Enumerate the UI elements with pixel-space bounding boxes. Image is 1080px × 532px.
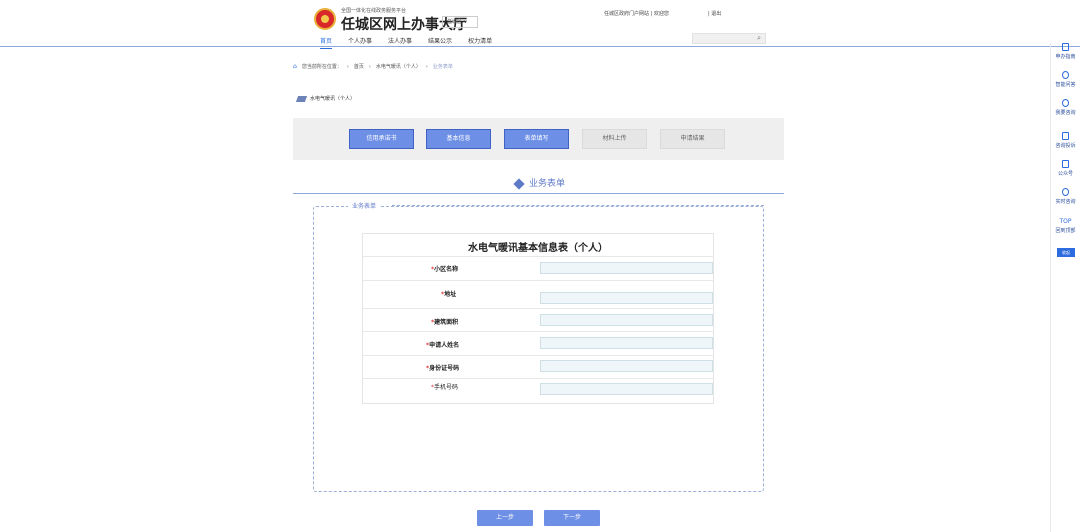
headset-icon [1062, 99, 1069, 107]
breadcrumb: ⌂ 您当前所在位置： › 首页 › 水电气暖讯（个人） › 业务表单 [293, 63, 453, 70]
sidebar-item-back-to-top[interactable]: TOP 回到顶部 [1051, 218, 1080, 234]
next-step-button[interactable]: 下一步 [544, 510, 600, 526]
table-row-divider [362, 256, 714, 257]
breadcrumb-sep-icon: › [425, 63, 428, 70]
layers-icon [295, 95, 308, 102]
table-row-divider [362, 308, 714, 309]
community-name-input[interactable] [540, 262, 713, 274]
field-label-text: 身份证号码 [429, 365, 460, 372]
field-label-applicant: *申请人姓名 [426, 340, 459, 349]
table-row-divider [362, 378, 714, 379]
section-title: 水电气暖讯（个人） [295, 95, 356, 102]
breadcrumb-prefix: 您当前所在位置： [301, 64, 342, 70]
breadcrumb-sep-icon: › [368, 63, 371, 70]
sidebar-item-label: 智能问答 [1055, 82, 1076, 88]
building-area-input[interactable] [540, 314, 713, 326]
field-label-community: *小区名称 [431, 264, 458, 273]
field-label-address: *地址 [441, 289, 456, 298]
diamond-icon [513, 177, 525, 190]
top-arrow-icon: TOP [1059, 218, 1072, 225]
platform-subtitle: 全国一体化在线政务服务平台 [341, 8, 407, 14]
sidebar-item-label: 我要咨询 [1055, 110, 1076, 116]
nav-results[interactable]: 结果公示 [428, 36, 452, 49]
search-input[interactable]: ⌕ [692, 33, 766, 44]
fieldset-top-border [392, 205, 764, 206]
sidebar-item-label: 咨询投诉 [1055, 143, 1076, 149]
national-emblem-logo [314, 8, 336, 30]
sidebar-item-wechat[interactable]: 公众号 [1051, 160, 1080, 177]
nav-personal[interactable]: 个人办事 [348, 36, 372, 49]
field-label-text: 建筑面积 [434, 319, 459, 326]
field-label-text: 手机号码 [434, 384, 459, 391]
sidebar-item-consult[interactable]: 我要咨询 [1051, 99, 1080, 116]
phone-input[interactable] [540, 383, 713, 395]
breadcrumb-item-current: 业务表单 [432, 64, 453, 70]
id-number-input[interactable] [540, 360, 713, 372]
main-nav: 首页 个人办事 法人办事 结果公示 权力清单 [320, 36, 492, 49]
step-basic-info[interactable]: 基本信息 [426, 129, 491, 149]
field-label-text: 地址 [444, 291, 457, 298]
sidebar-item-qa[interactable]: 智能问答 [1051, 71, 1080, 88]
step-form-fill[interactable]: 表单填写 [504, 129, 569, 149]
sidebar-divider [1050, 43, 1051, 532]
step-bar: 信用承诺书 基本信息 表单填写 材料上传 申请结果 [293, 118, 784, 160]
nav-home[interactable]: 首页 [320, 36, 333, 49]
sidebar-item-complaint[interactable]: 咨询投诉 [1051, 132, 1080, 149]
portal-links[interactable]: 任城区政府门户网站 | 欢迎您 [604, 10, 669, 17]
step-credit-commitment[interactable]: 信用承诺书 [349, 129, 414, 149]
sidebar-item-label: 实时咨询 [1055, 199, 1076, 205]
form-heading: 业务表单 [0, 176, 1080, 190]
form-heading-divider [293, 193, 784, 194]
form-heading-text: 业务表单 [528, 179, 565, 189]
table-title: 水电气暖讯基本信息表（个人） [468, 243, 608, 254]
mobile-icon [1062, 160, 1069, 168]
field-label-area: *建筑面积 [431, 317, 458, 326]
nav-power-list[interactable]: 权力清单 [468, 36, 492, 49]
table-row-divider [362, 331, 714, 332]
prev-step-button[interactable]: 上一步 [477, 510, 533, 526]
chat-icon [1062, 188, 1069, 196]
logout-link[interactable]: | 退出 [708, 10, 721, 17]
robot-icon [1062, 71, 1069, 79]
fieldset-legend: 业务表单 [348, 201, 381, 210]
step-material-upload[interactable]: 材料上传 [582, 129, 647, 149]
nav-corporate[interactable]: 法人办事 [388, 36, 412, 49]
applicant-name-input[interactable] [540, 337, 713, 349]
field-label-text: 申请人姓名 [429, 342, 460, 349]
breadcrumb-item-home[interactable]: 首页 [354, 63, 364, 70]
field-label-phone: *手机号码 [431, 382, 458, 391]
sidebar-item-label: 回到顶部 [1055, 228, 1076, 234]
breadcrumb-sep-icon: › [346, 63, 349, 70]
step-result[interactable]: 申请结果 [660, 129, 725, 149]
mobile-icon [1062, 132, 1069, 140]
header-divider [0, 46, 1080, 47]
search-icon[interactable]: ⌕ [757, 34, 761, 43]
breadcrumb-item-service[interactable]: 水电气暖讯（个人） [376, 63, 421, 70]
table-row-divider [362, 280, 714, 281]
sidebar-item-live-chat[interactable]: 实时咨询 [1051, 188, 1080, 205]
sidebar-item-label: 公众号 [1057, 171, 1073, 177]
home-icon[interactable]: ⌂ [293, 63, 297, 70]
sidebar-item-label: 申办指南 [1055, 54, 1076, 60]
sidebar-collapse-button[interactable]: 收起 [1057, 248, 1075, 257]
region-select[interactable]: 任城区 ∨ [442, 16, 478, 28]
sidebar-item-guide[interactable]: 申办指南 [1051, 43, 1080, 60]
phone-icon [1062, 43, 1069, 51]
field-label-text: 小区名称 [434, 266, 459, 273]
address-input[interactable] [540, 292, 713, 304]
field-label-id: *身份证号码 [426, 363, 459, 372]
table-row-divider [362, 355, 714, 356]
section-title-text: 水电气暖讯（个人） [310, 96, 356, 102]
